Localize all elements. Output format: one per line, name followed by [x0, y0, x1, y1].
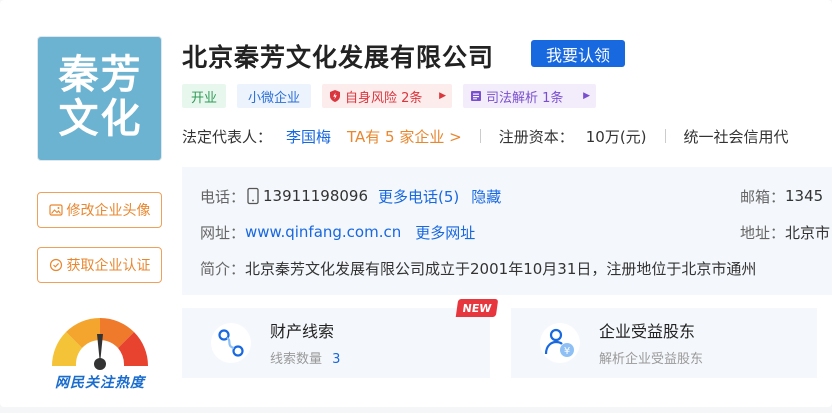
scale-tag: 小微企业 — [237, 84, 311, 108]
capital-label: 注册资本： — [498, 127, 574, 146]
claim-company-button[interactable]: 我要认领 — [531, 40, 625, 67]
get-certification-label: 获取企业认证 — [66, 258, 151, 274]
property-clues-sub-label: 线索数量 — [270, 352, 323, 367]
company-header-card: 秦芳 文化 修改企业头像 获取企业认证 网民关注热度 北京秦芳文化发展有限公司 … — [0, 0, 832, 407]
image-icon — [48, 204, 63, 216]
shield-alert-icon — [330, 90, 340, 102]
judicial-tag-label: 司法解析 1条 — [486, 90, 564, 106]
website-row: 网址： www.qinfang.com.cn 更多网址 — [200, 220, 475, 244]
credit-code-label: 统一社会信用代 — [683, 127, 789, 146]
svg-text:¥: ¥ — [564, 346, 570, 357]
address-row: 地址： 北京市 — [740, 220, 830, 244]
hide-link[interactable]: 隐藏 — [471, 186, 501, 207]
address-label: 地址： — [740, 223, 786, 242]
intro-label: 简介： — [200, 259, 246, 278]
logo-text-line1: 秦芳 — [58, 52, 143, 98]
email-label: 邮箱： — [740, 187, 786, 206]
beneficiary-title: 企业受益股东 — [599, 322, 696, 341]
risk-tag[interactable]: 自身风险 2条 ▶ — [322, 84, 452, 108]
intro-row: 简介： 北京秦芳文化发展有限公司成立于2001年10月31日，注册地位于北京市通… — [200, 256, 756, 280]
website-link[interactable]: www.qinfang.com.cn — [245, 223, 401, 241]
heat-gauge-label: 网民关注热度 — [55, 375, 145, 391]
phone-icon — [247, 187, 259, 205]
email-row: 邮箱： 1345 — [740, 184, 823, 208]
divider — [664, 129, 666, 143]
phone-label: 电话： — [200, 187, 246, 206]
beneficiary-card[interactable]: ¥ 企业受益股东 解析企业受益股东 — [511, 308, 817, 378]
property-clues-count-row: 线索数量 3 — [270, 348, 340, 367]
capital-value: 10万(元) — [585, 127, 647, 146]
property-clues-count: 3 — [332, 352, 341, 367]
clue-link-icon — [211, 323, 251, 363]
email-value: 1345 — [785, 187, 824, 205]
legal-rep-label: 法定代表人： — [182, 127, 273, 146]
new-badge: NEW — [455, 299, 499, 317]
more-phones-link[interactable]: 更多电话(5) — [378, 186, 459, 207]
property-clues-card[interactable]: 财产线索 线索数量 3 — [182, 308, 490, 378]
get-certification-button[interactable]: 获取企业认证 — [37, 247, 162, 283]
address-value: 北京市 — [785, 223, 831, 242]
ta-companies-link[interactable]: TA有 5 家企业 > — [347, 126, 462, 147]
certificate-icon — [49, 258, 62, 272]
judicial-tag[interactable]: 司法解析 1条 ▶ — [463, 84, 596, 108]
status-tag: 开业 — [182, 84, 226, 108]
intro-text: 北京秦芳文化发展有限公司成立于2001年10月31日，注册地位于北京市通州 — [245, 259, 757, 278]
company-name: 北京秦芳文化发展有限公司 — [182, 43, 495, 72]
company-logo[interactable]: 秦芳 文化 — [37, 36, 162, 161]
risk-tag-label: 自身风险 2条 — [345, 90, 423, 106]
caret-right-icon: ▶ — [439, 91, 446, 101]
legal-rep-name-link[interactable]: 李国梅 — [286, 126, 331, 147]
book-icon — [471, 91, 481, 101]
more-websites-link[interactable]: 更多网址 — [415, 222, 475, 243]
phone-value: 13911198096 — [263, 187, 368, 205]
phone-row: 电话： 13911198096 更多电话(5) 隐藏 — [200, 184, 501, 208]
website-label: 网址： — [200, 223, 246, 242]
divider — [479, 129, 481, 143]
beneficiary-sub: 解析企业受益股东 — [599, 352, 704, 367]
property-clues-title: 财产线索 — [270, 322, 335, 341]
contact-detail-panel: 电话： 13911198096 更多电话(5) 隐藏 网址： www.qinfa… — [182, 167, 832, 295]
edit-avatar-label: 修改企业头像 — [66, 203, 151, 219]
beneficiary-icon: ¥ — [540, 323, 580, 363]
caret-right-icon: ▶ — [583, 91, 590, 101]
edit-avatar-button[interactable]: 修改企业头像 — [37, 192, 162, 228]
legal-info-row: 法定代表人： 李国梅 TA有 5 家企业 > 注册资本： 10万(元) 统一社会… — [182, 124, 789, 148]
logo-text-line2: 文化 — [58, 96, 143, 142]
